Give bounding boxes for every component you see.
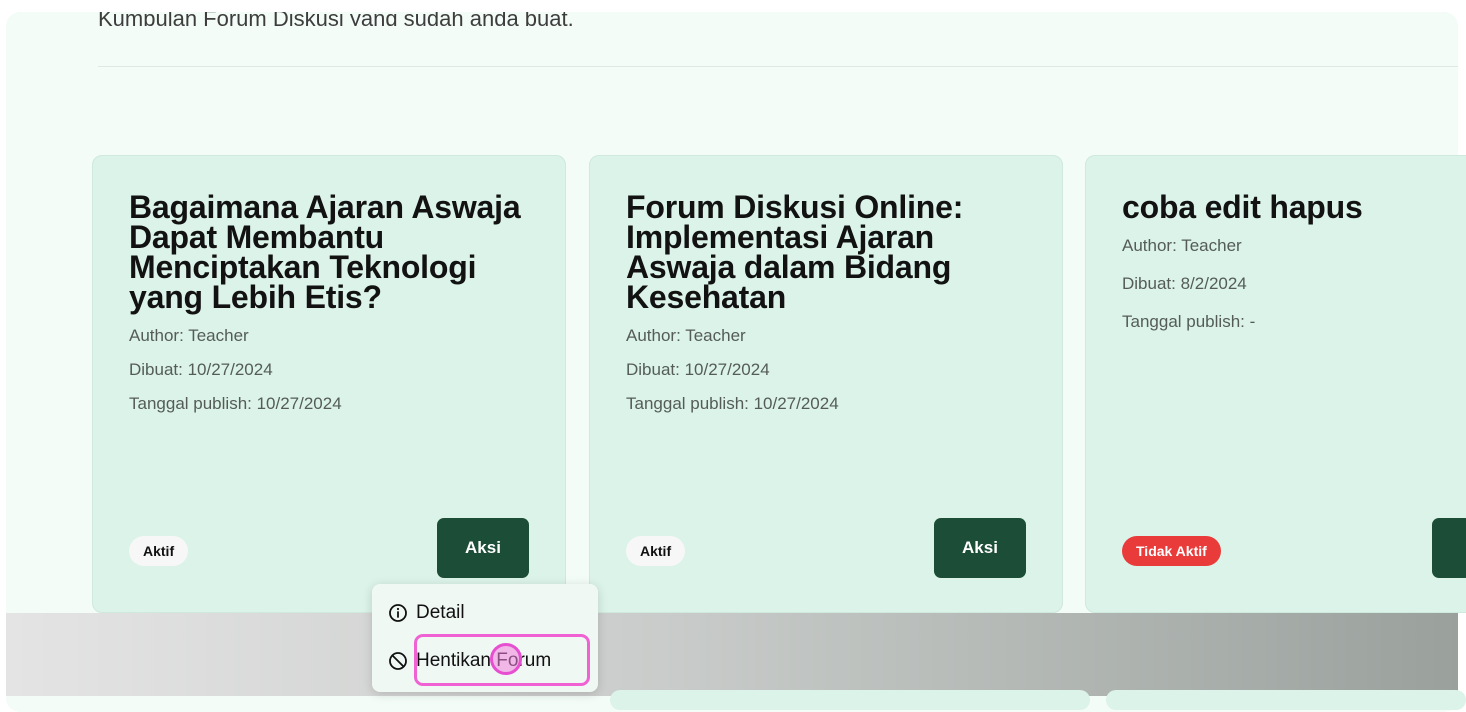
forum-author: Author: Teacher — [129, 326, 249, 345]
forum-publish-date: Tanggal publish: 10/27/2024 — [129, 394, 342, 413]
forum-publish-date: Tanggal publish: 10/27/2024 — [626, 394, 839, 413]
forum-created-date: Dibuat: 10/27/2024 — [626, 360, 770, 379]
forum-card: coba edit hapus Author: Teacher Dibuat: … — [1085, 155, 1466, 613]
forum-title: Bagaimana Ajaran Aswaja Dapat Membantu M… — [129, 189, 521, 315]
forum-publish-date: Tanggal publish: - — [1122, 312, 1256, 331]
status-badge: Aktif — [129, 536, 189, 566]
aksi-button[interactable] — [1432, 518, 1466, 578]
menu-item-label: Hentikan Forum — [416, 650, 552, 671]
menu-item-hentikan-forum[interactable]: Hentikan Forum — [388, 644, 588, 678]
forum-created-date: Dibuat: 10/27/2024 — [129, 360, 273, 379]
aksi-button[interactable]: Aksi — [437, 518, 529, 578]
forum-title: coba edit hapus — [1122, 189, 1363, 225]
status-badge: Aktif — [626, 536, 686, 566]
info-icon — [389, 604, 407, 622]
forum-author: Author: Teacher — [1122, 236, 1242, 255]
forum-card: Bagaimana Ajaran Aswaja Dapat Membantu M… — [92, 155, 566, 613]
forum-title: Forum Diskusi Online: Implementasi Ajara… — [626, 189, 964, 315]
forum-card-next-row — [610, 690, 1090, 710]
forum-created-date: Dibuat: 8/2/2024 — [1122, 274, 1247, 293]
forum-card: Forum Diskusi Online: Implementasi Ajara… — [589, 155, 1063, 613]
forum-author: Author: Teacher — [626, 326, 746, 345]
divider — [98, 66, 1458, 67]
status-badge: Tidak Aktif — [1122, 536, 1221, 566]
ban-icon — [389, 652, 407, 670]
menu-item-label: Detail — [416, 602, 465, 623]
modal-backdrop — [6, 613, 1458, 696]
page-subtitle: Kumpulan Forum Diskusi yang sudah anda b… — [98, 12, 574, 26]
menu-item-detail[interactable]: Detail — [388, 596, 588, 630]
forum-card-next-row — [1106, 690, 1466, 710]
aksi-button[interactable]: Aksi — [934, 518, 1026, 578]
action-dropdown-menu: Detail Hentikan Forum — [372, 584, 598, 692]
